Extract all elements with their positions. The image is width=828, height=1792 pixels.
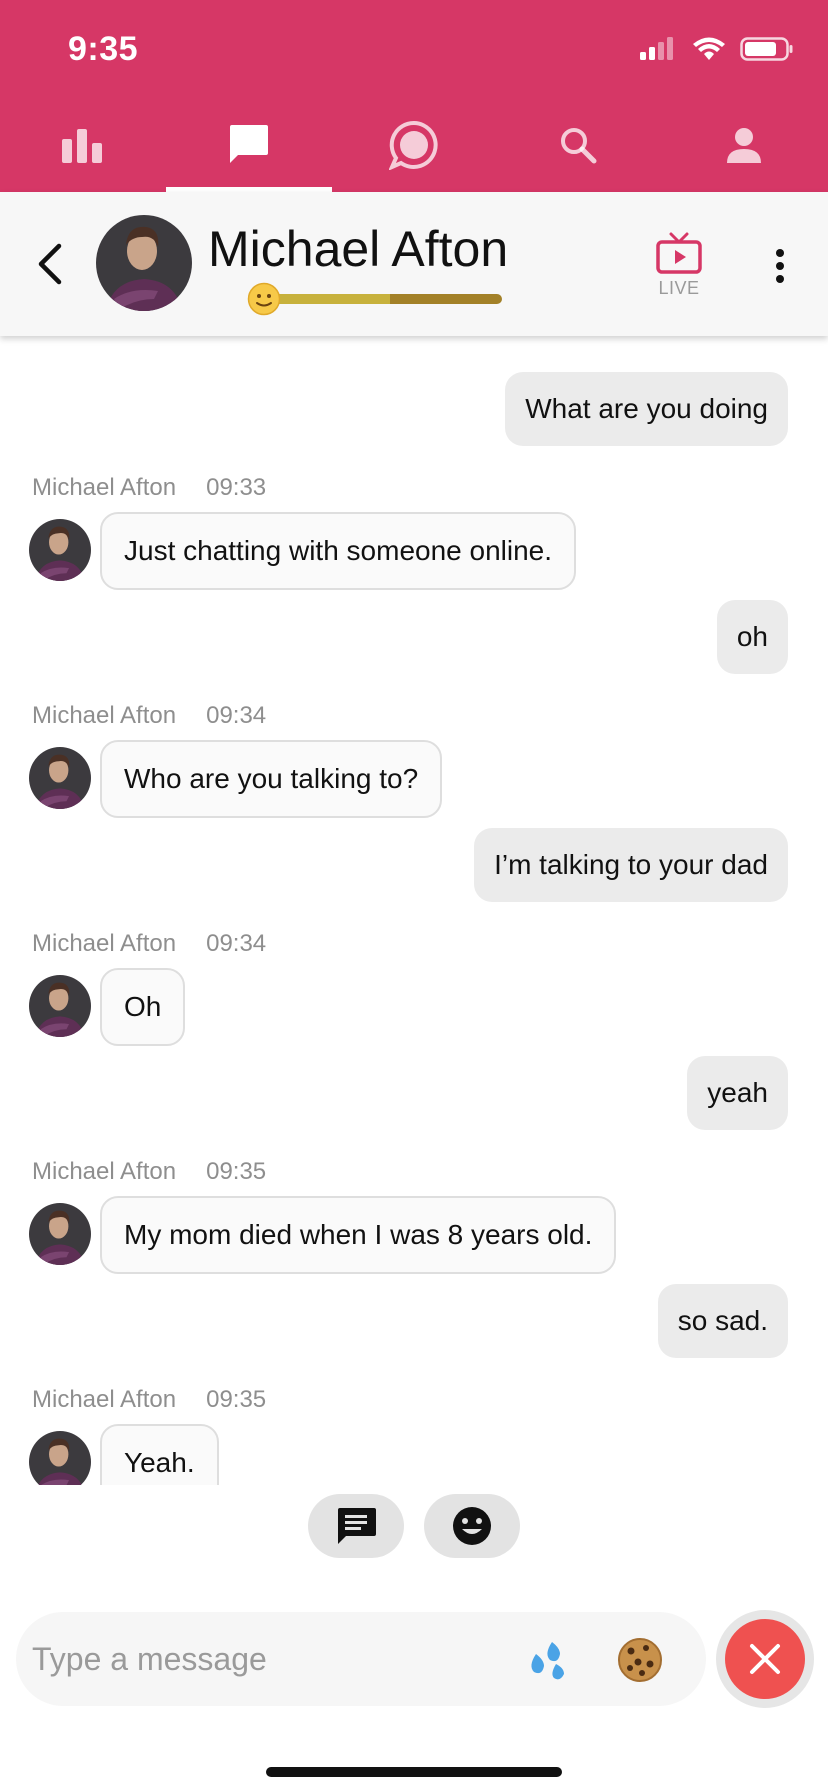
message-list[interactable]: What are you doing Michael Afton 09:33 Ju… — [0, 290, 828, 1485]
close-button[interactable] — [716, 1610, 814, 1708]
tab-profile[interactable] — [714, 115, 774, 175]
tv-icon — [656, 232, 702, 274]
incoming-message: Oh — [100, 968, 186, 1046]
message-avatar — [29, 975, 91, 1037]
wifi-icon — [693, 37, 725, 60]
message-meta: Michael Afton 09:34 — [32, 702, 266, 730]
message-avatar — [29, 1431, 91, 1485]
message-composer — [16, 1612, 706, 1706]
tab-chat[interactable] — [218, 115, 278, 175]
message-meta: Michael Afton 09:35 — [32, 1158, 266, 1186]
sender-name: Michael Afton — [32, 930, 177, 957]
emoji-reactions-button[interactable] — [424, 1494, 520, 1558]
avatar[interactable] — [96, 215, 192, 311]
cookie-icon[interactable] — [616, 1636, 664, 1684]
sender-name: Michael Afton — [32, 1158, 177, 1185]
outgoing-message: oh — [716, 600, 788, 674]
back-button[interactable] — [26, 234, 72, 294]
live-button[interactable]: LIVE — [655, 232, 703, 299]
message-input[interactable] — [32, 1612, 512, 1706]
more-options-button[interactable] — [766, 236, 794, 296]
sender-name: Michael Afton — [32, 702, 177, 729]
search-icon — [561, 128, 597, 164]
chat-header: Michael Afton LIVE — [0, 192, 828, 336]
message-suggestions-button[interactable] — [308, 1494, 404, 1558]
message-time: 09:34 — [206, 930, 267, 957]
sweat-droplets-icon[interactable] — [522, 1636, 570, 1684]
person-icon — [727, 128, 761, 163]
close-icon — [750, 1644, 780, 1674]
message-avatar — [29, 747, 91, 809]
incoming-message: Who are you talking to? — [100, 740, 443, 818]
message-time: 09:33 — [206, 474, 267, 501]
message-avatar — [29, 519, 91, 581]
home-indicator — [266, 1767, 562, 1777]
sender-name: Michael Afton — [32, 474, 177, 501]
outgoing-message: What are you doing — [505, 372, 788, 446]
tab-stats[interactable] — [52, 115, 112, 175]
sender-name: Michael Afton — [32, 1386, 177, 1413]
chat-round-icon — [389, 120, 438, 170]
app-header: 9:35 — [0, 0, 828, 192]
incoming-message: My mom died when I was 8 years old. — [100, 1196, 617, 1274]
smiley-icon — [453, 1507, 491, 1545]
message-meta: Michael Afton 09:35 — [32, 1386, 266, 1414]
battery-icon — [740, 37, 793, 61]
contact-name: Michael Afton — [208, 221, 509, 277]
slightly-smiling-face-icon — [247, 282, 281, 316]
message-icon — [338, 1508, 376, 1544]
incoming-message: Yeah. — [100, 1424, 219, 1485]
outgoing-message: yeah — [687, 1056, 788, 1130]
live-label: LIVE — [658, 278, 700, 298]
nav-tabs — [0, 105, 828, 192]
status-icons — [638, 36, 794, 62]
tab-discuss[interactable] — [384, 115, 444, 175]
message-avatar — [29, 1203, 91, 1265]
chevron-left-icon — [38, 243, 62, 285]
chat-square-icon — [230, 125, 268, 163]
close-button-inner — [725, 1619, 805, 1699]
mood-progress-bar — [264, 294, 502, 304]
tab-search[interactable] — [548, 115, 608, 175]
message-time: 09:35 — [206, 1158, 267, 1185]
outgoing-message: I’m talking to your dad — [474, 828, 788, 902]
mood-progress-fill — [264, 294, 391, 304]
cellular-signal-icon — [640, 37, 673, 60]
status-time: 9:35 — [68, 30, 139, 68]
message-time: 09:34 — [206, 702, 267, 729]
bar-chart-icon — [62, 129, 102, 163]
message-meta: Michael Afton 09:34 — [32, 930, 266, 958]
message-meta: Michael Afton 09:33 — [32, 474, 266, 502]
more-vertical-icon — [776, 249, 784, 283]
incoming-message: Just chatting with someone online. — [100, 512, 577, 590]
outgoing-message: so sad. — [657, 1284, 788, 1358]
message-time: 09:35 — [206, 1386, 267, 1413]
